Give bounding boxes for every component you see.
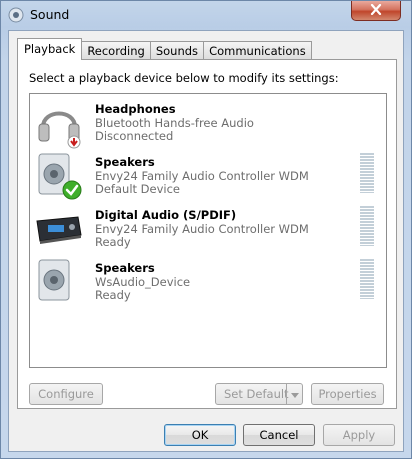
window-title: Sound <box>30 7 70 22</box>
close-button[interactable] <box>351 1 401 21</box>
dialog-client-area: Playback Recording Sounds Communications… <box>8 30 404 452</box>
set-default-dropdown-arrow[interactable] <box>286 384 302 404</box>
digital-audio-receiver-icon <box>34 205 84 255</box>
set-default-split-button[interactable]: Set Default <box>215 383 303 405</box>
close-x-icon <box>370 3 382 18</box>
playback-device-list[interactable]: Headphones Bluetooth Hands-free Audio Di… <box>29 93 387 368</box>
device-driver: Envy24 Family Audio Controller WDM <box>95 169 309 183</box>
title-bar[interactable]: Sound <box>1 1 411 29</box>
device-state: Default Device <box>95 182 181 196</box>
ok-button[interactable]: OK <box>164 424 236 446</box>
headphones-icon <box>34 99 84 149</box>
volume-meter <box>360 206 374 246</box>
device-item-speakers-wsaudio[interactable]: Speakers WsAudio_Device Ready <box>30 255 386 307</box>
device-driver: Bluetooth Hands-free Audio <box>95 116 254 130</box>
tab-sounds[interactable]: Sounds <box>149 41 205 60</box>
device-state: Ready <box>95 288 131 302</box>
device-driver: WsAudio_Device <box>95 275 191 289</box>
device-state: Disconnected <box>95 129 174 143</box>
device-name: Speakers <box>95 261 155 275</box>
tab-recording[interactable]: Recording <box>81 41 151 60</box>
speaker-title-icon <box>8 7 24 23</box>
tab-communications[interactable]: Communications <box>203 41 312 60</box>
sound-dialog-window: Sound Playback Recording Sounds Communic… <box>0 0 412 459</box>
speaker-icon <box>34 152 84 202</box>
device-item-headphones[interactable]: Headphones Bluetooth Hands-free Audio Di… <box>30 96 386 149</box>
device-name: Headphones <box>95 102 176 116</box>
volume-meter <box>360 153 374 193</box>
tab-strip: Playback Recording Sounds Communications <box>17 38 312 60</box>
playback-panel: Select a playback device below to modify… <box>17 59 397 409</box>
properties-button[interactable]: Properties <box>311 383 384 405</box>
apply-button[interactable]: Apply <box>323 424 395 446</box>
volume-meter <box>360 259 374 299</box>
device-name: Speakers <box>95 155 155 169</box>
cancel-button[interactable]: Cancel <box>243 424 315 446</box>
device-name: Digital Audio (S/PDIF) <box>95 208 237 222</box>
instruction-text: Select a playback device below to modify… <box>29 71 339 85</box>
set-default-label: Set Default <box>224 387 289 401</box>
device-state: Ready <box>95 235 131 249</box>
configure-button-visible[interactable]: Configure <box>29 383 103 405</box>
device-item-digital-audio[interactable]: Digital Audio (S/PDIF) Envy24 Family Aud… <box>30 202 386 254</box>
device-driver: Envy24 Family Audio Controller WDM <box>95 222 309 236</box>
device-item-speakers-default[interactable]: Speakers Envy24 Family Audio Controller … <box>30 149 386 201</box>
tab-playback[interactable]: Playback <box>17 38 83 60</box>
chevron-down-icon <box>290 384 299 404</box>
speaker-icon <box>34 258 84 308</box>
default-check-icon <box>62 180 82 200</box>
